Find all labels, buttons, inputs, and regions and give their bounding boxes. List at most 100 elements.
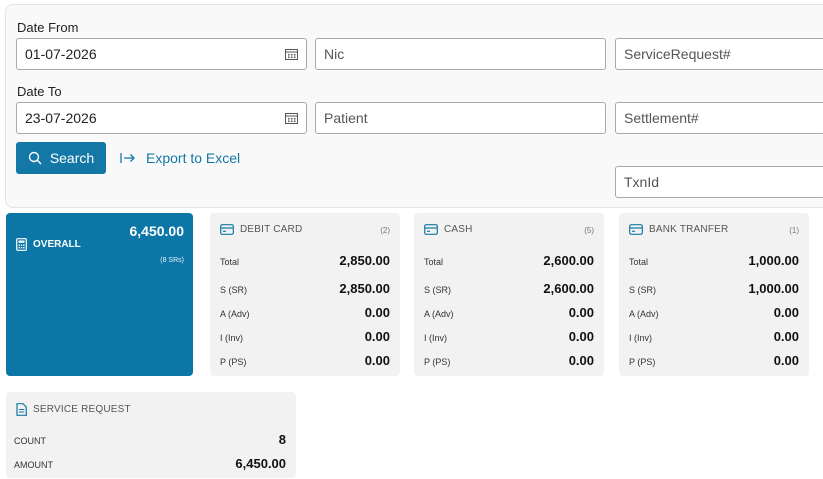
card-row: I (Inv) 0.00 — [220, 329, 390, 344]
card-header: CASH — [424, 224, 473, 235]
row-value: 2,850.00 — [339, 281, 390, 296]
row-value: 2,850.00 — [339, 253, 390, 268]
row-label: I (Inv) — [424, 333, 448, 343]
count-value: 8 — [278, 432, 286, 447]
row-value: 0.00 — [773, 305, 799, 320]
overall-title: OVERALL — [16, 238, 81, 251]
txnid-placeholder: TxnId — [624, 174, 660, 190]
overall-total: 6,450.00 — [129, 223, 185, 239]
row-label: P (PS) — [629, 357, 656, 367]
search-icon — [28, 151, 42, 165]
service-request-placeholder: ServiceRequest# — [624, 46, 731, 62]
row-value: 0.00 — [364, 329, 390, 344]
credit-card-icon — [424, 224, 438, 235]
row-label: S (SR) — [424, 285, 451, 295]
card-row: S (SR) 1,000.00 — [629, 281, 799, 296]
amount-label: AMOUNT — [14, 460, 53, 470]
row-label: I (Inv) — [220, 333, 244, 343]
card-row: A (Adv) 0.00 — [424, 305, 594, 320]
row-label: A (Adv) — [220, 309, 250, 319]
search-button[interactable]: Search — [16, 142, 106, 174]
amount-value: 6,450.00 — [235, 456, 286, 471]
service-request-input[interactable]: ServiceRequest# — [615, 38, 823, 70]
calculator-icon — [16, 238, 27, 251]
card-row: P (PS) 0.00 — [424, 353, 594, 368]
row-value: 0.00 — [568, 305, 594, 320]
date-from-value: 01-07-2026 — [25, 46, 97, 62]
row-value: 0.00 — [568, 353, 594, 368]
service-request-title: SERVICE REQUEST — [33, 404, 131, 415]
date-from-label: Date From — [17, 20, 79, 35]
card-title: CASH — [444, 224, 473, 235]
card-row: I (Inv) 0.00 — [629, 329, 799, 344]
row-label: A (Adv) — [424, 309, 454, 319]
calendar-icon[interactable] — [285, 112, 298, 124]
card-row: A (Adv) 0.00 — [220, 305, 390, 320]
card-row: S (SR) 2,600.00 — [424, 281, 594, 296]
card-count: (1) — [789, 226, 799, 235]
card-row: Total 2,850.00 — [220, 253, 390, 268]
card-row: Total 2,600.00 — [424, 253, 594, 268]
amount-row: AMOUNT 6,450.00 — [14, 456, 286, 471]
calendar-icon[interactable] — [285, 48, 298, 60]
credit-card-icon — [220, 224, 234, 235]
row-label: Total — [629, 257, 649, 267]
txnid-input[interactable]: TxnId — [615, 166, 823, 198]
row-label: Total — [424, 257, 444, 267]
overall-title-text: OVERALL — [33, 239, 81, 250]
service-request-card: SERVICE REQUEST COUNT 8 AMOUNT 6,450.00 — [6, 392, 296, 478]
settlement-placeholder: Settlement# — [624, 110, 699, 126]
patient-placeholder: Patient — [324, 110, 368, 126]
export-label: Export to Excel — [146, 150, 241, 166]
row-value: 1,000.00 — [748, 281, 799, 296]
date-to-input[interactable]: 23-07-2026 — [16, 102, 307, 134]
card-row: S (SR) 2,850.00 — [220, 281, 390, 296]
row-value: 1,000.00 — [748, 253, 799, 268]
row-value: 0.00 — [364, 305, 390, 320]
credit-card-icon — [629, 224, 643, 235]
card-row: A (Adv) 0.00 — [629, 305, 799, 320]
row-value: 2,600.00 — [543, 281, 594, 296]
row-label: P (PS) — [424, 357, 451, 367]
bank-transfer-card: BANK TRANFER (1) Total 1,000.00 S (SR) 1,0… — [619, 213, 809, 376]
overall-card: 6,450.00 OVERALL (8 SRs) — [6, 213, 193, 376]
cash-card: CASH (5) Total 2,600.00 S (SR) 2,600.00 A … — [414, 213, 604, 376]
count-label: COUNT — [14, 436, 46, 446]
document-icon — [16, 403, 27, 416]
row-label: I (Inv) — [629, 333, 653, 343]
card-row: Total 1,000.00 — [629, 253, 799, 268]
patient-input[interactable]: Patient — [315, 102, 606, 134]
settlement-input[interactable]: Settlement# — [615, 102, 823, 134]
card-header: DEBIT CARD — [220, 224, 302, 235]
row-value: 0.00 — [364, 353, 390, 368]
export-icon — [120, 153, 135, 163]
row-label: S (SR) — [220, 285, 247, 295]
row-value: 0.00 — [773, 329, 799, 344]
card-header: BANK TRANFER — [629, 224, 728, 235]
row-label: S (SR) — [629, 285, 656, 295]
date-to-value: 23-07-2026 — [25, 110, 97, 126]
search-button-label: Search — [49, 150, 95, 166]
card-count: (5) — [584, 226, 594, 235]
export-to-excel-link[interactable]: Export to Excel — [120, 142, 240, 174]
card-row: P (PS) 0.00 — [220, 353, 390, 368]
nic-input[interactable]: Nic — [315, 38, 606, 70]
row-value: 0.00 — [568, 329, 594, 344]
row-label: Total — [220, 257, 240, 267]
date-from-input[interactable]: 01-07-2026 — [16, 38, 307, 70]
nic-placeholder: Nic — [324, 46, 345, 62]
card-header: SERVICE REQUEST — [16, 403, 131, 416]
row-label: P (PS) — [220, 357, 247, 367]
date-to-label: Date To — [17, 84, 62, 99]
row-label: A (Adv) — [629, 309, 659, 319]
card-row: I (Inv) 0.00 — [424, 329, 594, 344]
card-count: (2) — [380, 226, 390, 235]
row-value: 2,600.00 — [543, 253, 594, 268]
card-title: BANK TRANFER — [649, 224, 729, 235]
count-row: COUNT 8 — [14, 432, 286, 447]
row-value: 0.00 — [773, 353, 799, 368]
card-row: P (PS) 0.00 — [629, 353, 799, 368]
debit-card-card: DEBIT CARD (2) Total 2,850.00 S (SR) 2,850… — [210, 213, 400, 376]
overall-sr-count: (8 SRs) — [160, 257, 184, 264]
card-title: DEBIT CARD — [240, 224, 303, 235]
